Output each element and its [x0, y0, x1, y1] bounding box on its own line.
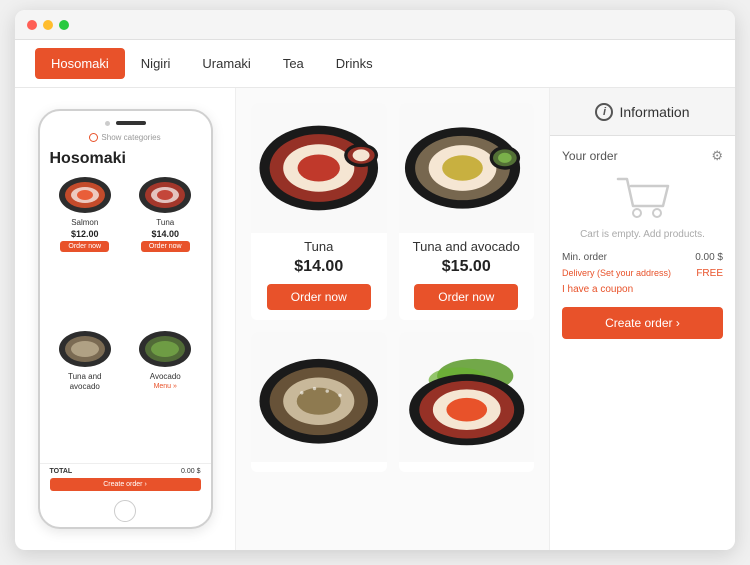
gear-icon[interactable]: ⚙: [711, 148, 723, 164]
phone-total-label: TOTAL: [50, 468, 73, 475]
phone-product-avocado: Avocado Menu »: [128, 328, 203, 463]
info-panel-title: Information: [619, 104, 689, 120]
phone-menu-link[interactable]: Menu »: [154, 383, 177, 390]
phone-product-name-avocado: Avocado: [150, 372, 181, 382]
info-icon: i: [595, 103, 613, 121]
show-categories-label: Show categories: [101, 133, 160, 142]
grid-row-1: Tuna $14.00 Order now: [251, 103, 534, 320]
tab-nigiri[interactable]: Nigiri: [125, 48, 187, 79]
phone-frame: Show categories Hosomaki: [38, 109, 213, 529]
phone-order-btn-salmon[interactable]: Order now: [60, 241, 109, 252]
phone-product-img-salmon: [56, 174, 114, 216]
phone-product-img-tuna: [136, 174, 194, 216]
phone-total-amount: 0.00 $: [181, 468, 200, 475]
product-card-img-4: [399, 332, 535, 462]
product-grid: Tuna $14.00 Order now: [235, 88, 550, 550]
phone-product-name-salmon: Salmon: [71, 218, 98, 228]
tab-hosomaki[interactable]: Hosomaki: [35, 48, 125, 79]
cart-svg: [613, 174, 673, 224]
phone-footer: TOTAL 0.00 $ Create order ›: [40, 463, 211, 495]
delivery-label: Delivery (Set your address): [562, 268, 671, 279]
phone-product-tuna: Tuna $14.00 Order now: [128, 174, 203, 322]
phone-product-name-tuna: Tuna: [156, 218, 174, 228]
cart-empty-text: Cart is empty. Add products.: [580, 229, 705, 240]
phone-dot-left: [105, 121, 110, 126]
tab-drinks[interactable]: Drinks: [320, 48, 389, 79]
phone-top: [40, 111, 211, 129]
home-button[interactable]: [114, 500, 136, 522]
cart-area: Cart is empty. Add products.: [562, 174, 723, 240]
min-order-row: Min. order 0.00 $: [562, 252, 723, 263]
delivery-row: Delivery (Set your address) FREE: [562, 268, 723, 279]
phone-product-price-tuna: $14.00: [151, 229, 179, 239]
info-header: i Information: [550, 88, 735, 136]
browser-chrome: [15, 10, 735, 40]
your-order-row: Your order ⚙: [562, 148, 723, 164]
dot-red[interactable]: [27, 20, 37, 30]
sync-icon: [89, 133, 98, 142]
mobile-preview: Show categories Hosomaki: [15, 88, 235, 550]
coupon-link[interactable]: I have a coupon: [562, 284, 723, 295]
product-card-4: [399, 332, 535, 472]
info-panel: i Information Your order ⚙ Cart is empty…: [550, 88, 735, 550]
order-btn-tuna[interactable]: Order now: [267, 284, 371, 310]
phone-create-order-btn[interactable]: Create order ›: [50, 478, 201, 491]
show-categories-row[interactable]: Show categories: [40, 129, 211, 146]
phone-bar: [116, 121, 146, 125]
product-card-name-tuna: Tuna: [251, 239, 387, 254]
product-card-name-tuna-avocado: Tuna and avocado: [399, 239, 535, 254]
product-card-img-tuna: [251, 103, 387, 233]
phone-product-tuna-avocado: Tuna andavocado: [48, 328, 123, 463]
info-body: Your order ⚙ Cart is empty. Add products…: [550, 136, 735, 550]
product-card-tuna-avocado: Tuna and avocado $15.00 Order now: [399, 103, 535, 320]
your-order-label: Your order: [562, 149, 618, 163]
phone-product-img-avocado: [136, 328, 194, 370]
phone-order-btn-tuna[interactable]: Order now: [141, 241, 190, 252]
create-order-button[interactable]: Create order ›: [562, 307, 723, 339]
product-card-3: [251, 332, 387, 472]
phone-category-title: Hosomaki: [40, 146, 211, 174]
phone-product-price-salmon: $12.00: [71, 229, 99, 239]
phone-product-name-tuna-avocado: Tuna andavocado: [68, 372, 102, 391]
product-card-img-3: [251, 332, 387, 462]
order-btn-tuna-avocado[interactable]: Order now: [414, 284, 518, 310]
browser-window: Hosomaki Nigiri Uramaki Tea Drinks Show …: [15, 10, 735, 550]
product-card-img-tuna-avocado: [399, 103, 535, 233]
nav-bar: Hosomaki Nigiri Uramaki Tea Drinks: [15, 40, 735, 88]
main-content: Show categories Hosomaki: [15, 88, 735, 550]
phone-product-img-tuna-avocado: [56, 328, 114, 370]
delivery-value: FREE: [696, 268, 723, 279]
phone-product-salmon: Salmon $12.00 Order now: [48, 174, 123, 322]
dot-yellow[interactable]: [43, 20, 53, 30]
tab-tea[interactable]: Tea: [267, 48, 320, 79]
product-card-tuna: Tuna $14.00 Order now: [251, 103, 387, 320]
min-order-label: Min. order: [562, 252, 607, 263]
min-order-value: 0.00 $: [695, 252, 723, 263]
tab-uramaki[interactable]: Uramaki: [186, 48, 266, 79]
product-card-price-tuna-avocado: $15.00: [399, 258, 535, 276]
phone-bottom-home: [40, 495, 211, 527]
phone-products-grid: Salmon $12.00 Order now: [40, 174, 211, 463]
dot-green[interactable]: [59, 20, 69, 30]
phone-total-row: TOTAL 0.00 $ Create order ›: [50, 468, 201, 491]
grid-row-2: [251, 332, 534, 472]
product-card-price-tuna: $14.00: [251, 258, 387, 276]
